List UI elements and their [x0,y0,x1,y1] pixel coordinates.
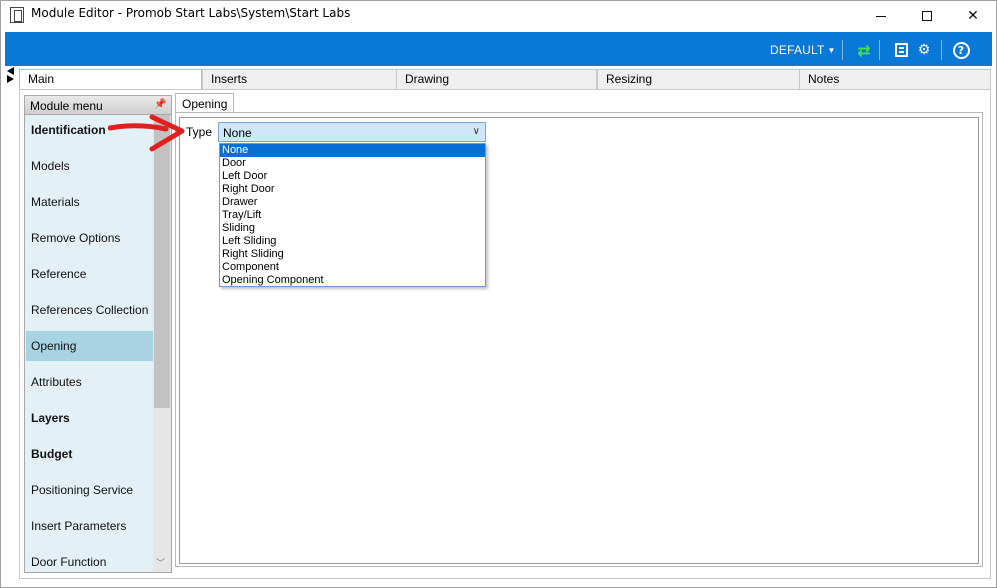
help-icon[interactable]: ? [952,41,970,59]
refresh-icon[interactable]: ⇄ [855,41,873,60]
menu-item-label: Reference [31,267,87,281]
type-option-left-sliding[interactable]: Left Sliding [220,235,485,248]
menu-item-positioning-service[interactable]: Positioning Service [26,475,153,505]
type-option-tray-lift[interactable]: Tray/Lift [220,209,485,222]
type-dropdown-list: None Door Left Door Right Door Drawer Tr… [219,143,486,287]
module-editor-window: Module Editor - Promob Start Labs\System… [0,0,997,588]
scrollbar-thumb[interactable] [154,115,170,408]
menu-item-insert-parameters[interactable]: Insert Parameters [26,511,153,541]
type-option-left-door[interactable]: Left Door [220,170,485,183]
type-option-opening-component[interactable]: Opening Component [220,274,485,287]
menu-item-materials[interactable]: Materials [26,187,153,217]
type-option-drawer[interactable]: Drawer [220,196,485,209]
window-title: Module Editor - Promob Start Labs\System… [31,6,351,20]
tab-notes[interactable]: Notes [799,69,991,89]
type-select[interactable]: None ∨ [218,122,486,142]
menu-item-budget[interactable]: Budget [26,439,153,469]
tree-icon[interactable] [892,41,910,59]
chevron-down-icon[interactable]: ﹀ [156,556,165,569]
menu-item-attributes[interactable]: Attributes [26,367,153,397]
type-select-value: None [223,126,252,140]
menu-item-opening[interactable]: Opening [26,331,153,361]
menu-item-layers[interactable]: Layers [26,403,153,433]
profile-dropdown-label: DEFAULT [770,43,825,57]
tab-label: Main [28,72,55,86]
menu-item-label: Insert Parameters [31,519,127,533]
tab-inserts[interactable]: Inserts [202,69,397,89]
minimize-button[interactable] [858,1,904,31]
type-option-right-sliding[interactable]: Right Sliding [220,248,485,261]
type-label: Type [186,125,213,139]
gears-icon[interactable]: ⚙ [915,41,933,59]
menu-item-label: Layers [31,411,70,425]
caret-down-icon: ▼ [827,46,836,55]
tab-label: Resizing [606,72,653,86]
module-menu: Module menu 📌 Identification Models Mate… [24,95,172,573]
close-button[interactable]: ✕ [950,1,996,31]
menu-item-remove-options[interactable]: Remove Options [26,223,153,253]
app-icon [10,7,24,23]
pin-icon[interactable]: 📌 [154,99,166,110]
menu-item-label: Budget [31,447,73,461]
module-menu-title: Module menu [30,99,103,113]
menu-item-label: Remove Options [31,231,121,245]
menu-item-references-collection[interactable]: References Collection [26,295,153,325]
menu-item-label: Models [31,159,70,173]
menu-item-models[interactable]: Models [26,151,153,181]
menu-item-label: Materials [31,195,80,209]
type-option-door[interactable]: Door [220,157,485,170]
title-bar: Module Editor - Promob Start Labs\System… [1,1,996,31]
collapse-arrows-icon[interactable] [7,67,16,83]
toolbar-separator [941,40,942,60]
menu-item-label: Identification [31,123,106,137]
tab-label: Notes [808,72,840,86]
profile-dropdown[interactable]: DEFAULT ▼ [770,43,836,57]
tab-resizing[interactable]: Resizing [597,69,800,89]
tab-label: Opening [182,97,228,111]
type-option-sliding[interactable]: Sliding [220,222,485,235]
chevron-down-icon[interactable]: ∨ [473,126,480,137]
module-menu-header: Module menu 📌 [25,96,171,115]
menu-item-reference[interactable]: Reference [26,259,153,289]
tab-opening[interactable]: Opening [175,93,235,113]
menu-item-label: Opening [31,339,77,353]
minimize-icon [876,15,886,17]
module-menu-scrollbar[interactable]: ﹀ [153,115,171,572]
toolbar-separator [879,40,880,60]
close-icon: ✕ [967,8,979,24]
menu-item-label: References Collection [31,303,149,317]
type-option-right-door[interactable]: Right Door [220,183,485,196]
menu-item-label: Attributes [31,375,82,389]
maximize-icon [922,11,932,21]
main-tabs: Main Inserts Drawing Resizing Notes [19,69,991,90]
type-option-none[interactable]: None [220,144,485,157]
tab-main[interactable]: Main [19,69,202,90]
toolbar: DEFAULT ▼ ⇄ ⚙ ? [5,32,992,66]
menu-item-label: Positioning Service [31,483,134,497]
tab-label: Inserts [211,72,248,86]
tab-label: Drawing [405,72,450,86]
type-option-component[interactable]: Component [220,261,485,274]
red-arrow-annotation [108,114,185,152]
maximize-button[interactable] [904,1,950,31]
menu-item-door-function[interactable]: Door Function [26,547,153,572]
tab-drawing[interactable]: Drawing [396,69,597,89]
toolbar-separator [842,40,843,60]
menu-item-label: Door Function [31,555,107,569]
